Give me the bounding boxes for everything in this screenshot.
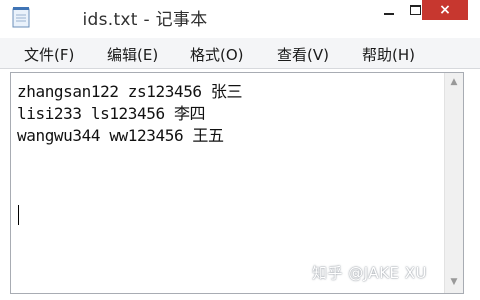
- title-bar[interactable]: ids.txt - 记事本 ×: [0, 0, 480, 34]
- text-content[interactable]: zhangsan122 zs123456 张三 lisi233 ls123456…: [17, 81, 437, 147]
- menu-bar: 文件(F) 编辑(E) 格式(O) 查看(V) 帮助(H): [0, 38, 480, 69]
- menu-edit[interactable]: 编辑(E): [107, 44, 158, 65]
- text-editor[interactable]: zhangsan122 zs123456 张三 lisi233 ls123456…: [10, 72, 464, 294]
- watermark: 知乎 @JAKE XU: [312, 264, 428, 282]
- notepad-window: ids.txt - 记事本 × 文件(F) 编辑(E) 格式(O) 查看(V) …: [0, 0, 480, 300]
- text-line: zhangsan122 zs123456 张三: [17, 82, 243, 101]
- menu-file[interactable]: 文件(F): [24, 44, 74, 65]
- minimize-icon: [384, 13, 394, 15]
- maximize-icon: [409, 5, 421, 15]
- text-line: wangwu344 ww123456 王五: [17, 126, 224, 145]
- scroll-up-arrow-icon[interactable]: ▲: [445, 73, 463, 91]
- close-icon: ×: [439, 2, 451, 18]
- menu-help[interactable]: 帮助(H): [362, 44, 415, 65]
- window-title: ids.txt - 记事本: [82, 10, 208, 30]
- minimize-button[interactable]: [376, 0, 402, 20]
- menu-format[interactable]: 格式(O): [190, 44, 244, 65]
- vertical-scrollbar[interactable]: ▲ ▼: [444, 73, 463, 293]
- close-button[interactable]: ×: [422, 0, 468, 20]
- scroll-down-arrow-icon[interactable]: ▼: [445, 273, 463, 291]
- text-caret: [18, 205, 19, 225]
- menu-view[interactable]: 查看(V): [277, 44, 329, 65]
- text-line: lisi233 ls123456 李四: [17, 104, 206, 123]
